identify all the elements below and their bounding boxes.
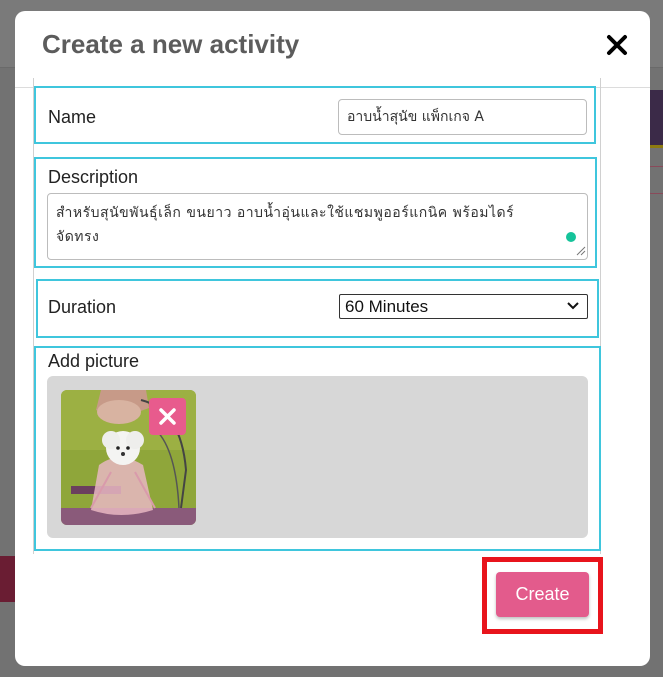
duration-field-group: Duration 60 Minutes bbox=[36, 279, 599, 338]
remove-picture-button[interactable] bbox=[149, 398, 186, 435]
description-line-2: จัดทรง bbox=[56, 229, 100, 245]
grammar-check-icon[interactable] bbox=[566, 232, 576, 242]
close-button[interactable] bbox=[603, 31, 631, 59]
name-field-group: Name อาบน้ำสุนัข แพ็กเกจ A bbox=[34, 86, 596, 144]
resize-handle-icon[interactable] bbox=[576, 246, 586, 256]
duration-label: Duration bbox=[48, 297, 117, 317]
duration-select[interactable]: 60 Minutes bbox=[339, 294, 588, 319]
description-field-group: Description สำหรับสุนัขพันธุ์เล็ก ขนยาว … bbox=[34, 157, 597, 268]
description-textarea[interactable]: สำหรับสุนัขพันธุ์เล็ก ขนยาว อาบน้ำอุ่นแล… bbox=[47, 193, 588, 260]
chevron-down-icon bbox=[567, 302, 579, 310]
create-button[interactable]: Create bbox=[496, 572, 589, 617]
name-input[interactable]: อาบน้ำสุนัข แพ็กเกจ A bbox=[338, 99, 587, 135]
description-line-1: สำหรับสุนัขพันธุ์เล็ก ขนยาว อาบน้ำอุ่นแล… bbox=[56, 205, 515, 221]
description-label: Description bbox=[48, 167, 139, 187]
close-icon bbox=[159, 408, 176, 425]
uploaded-picture-thumbnail bbox=[61, 390, 196, 525]
duration-selected-value: 60 Minutes bbox=[345, 297, 429, 316]
close-icon bbox=[607, 35, 627, 55]
name-label: Name bbox=[48, 107, 97, 127]
picture-label: Add picture bbox=[48, 351, 140, 371]
picture-field-group: Add picture bbox=[34, 346, 601, 551]
modal-title: Create a new activity bbox=[42, 29, 300, 59]
modal-header: Create a new activity bbox=[15, 11, 650, 88]
picture-upload-area[interactable] bbox=[47, 376, 588, 538]
